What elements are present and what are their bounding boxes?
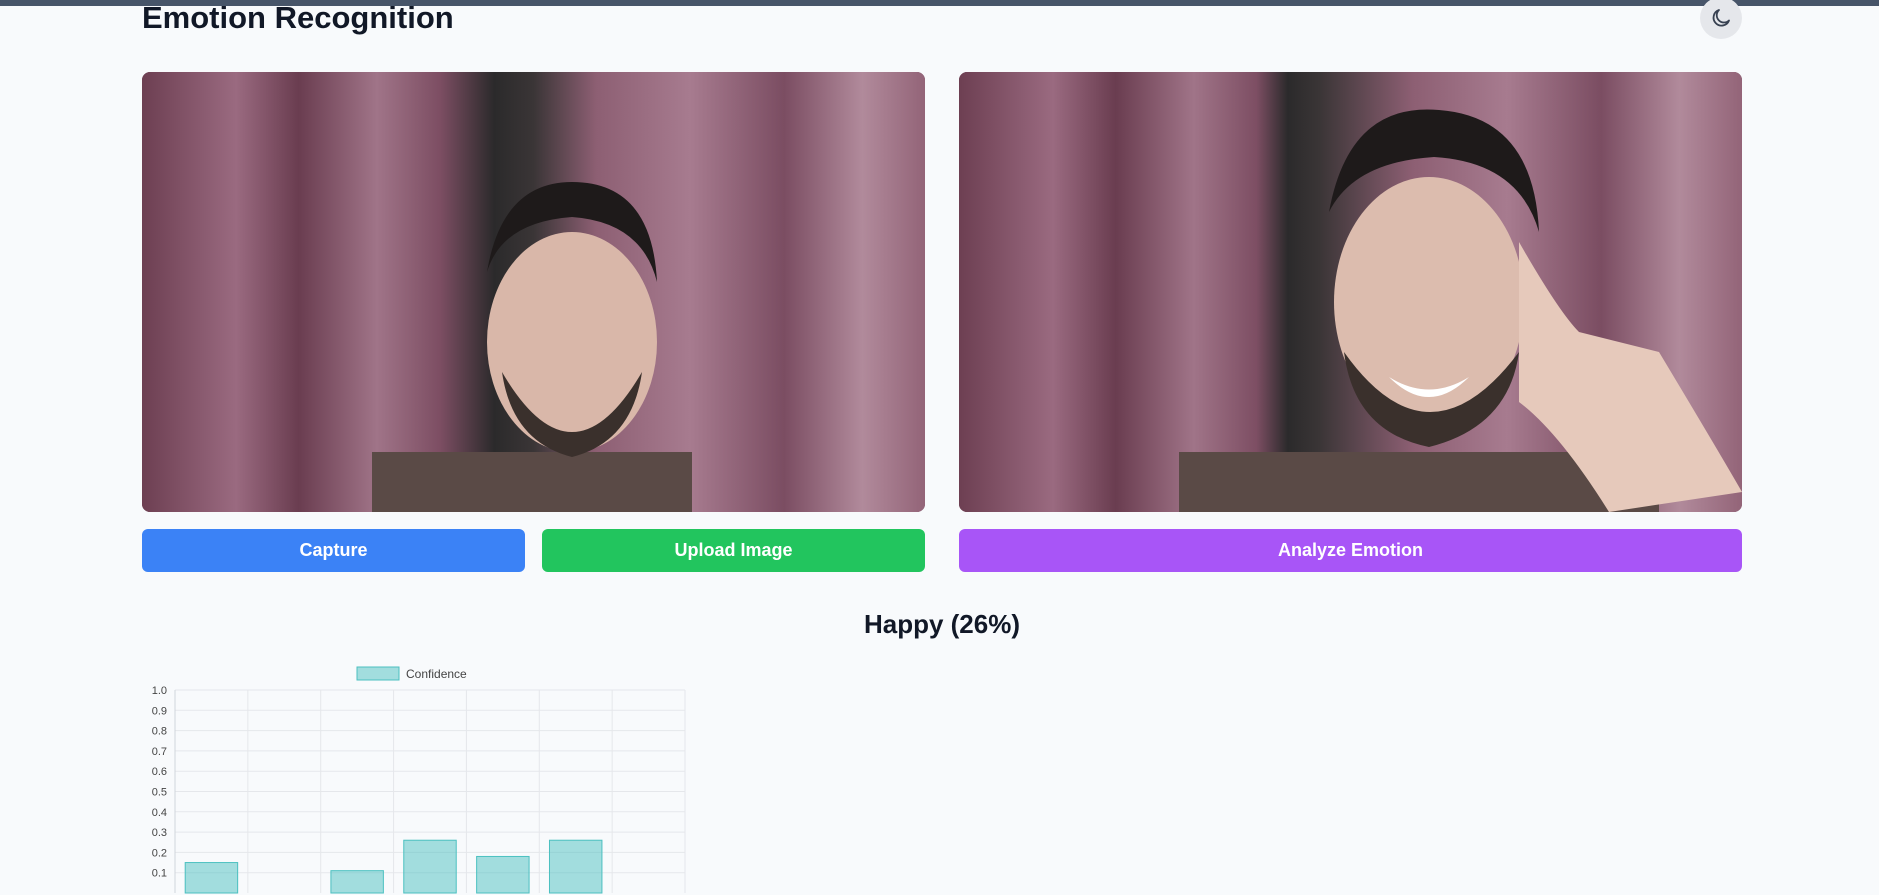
theme-toggle-button[interactable] — [1700, 0, 1742, 39]
page-title: Emotion Recognition — [142, 0, 454, 35]
capture-button[interactable]: Capture — [142, 529, 525, 572]
y-tick-label: 1.0 — [152, 685, 167, 697]
emotion-result: Happy (26%) — [863, 609, 1021, 639]
legend-label: Confidence — [406, 667, 467, 681]
y-tick-label: 0.1 — [152, 868, 167, 880]
y-tick-label: 0.8 — [152, 726, 167, 738]
y-tick-label: 0.6 — [152, 766, 167, 778]
y-tick-label: 0.3 — [152, 827, 167, 839]
y-tick-label: 0.9 — [152, 705, 167, 717]
captured-image — [959, 72, 1742, 512]
confidence-chart: Confidence 1.0 0.9 0.8 0.7 0.6 0.5 0.4 0.3 0.2 0.1 — [130, 655, 690, 895]
webcam-feed — [142, 72, 925, 512]
legend-swatch — [356, 666, 400, 681]
bar — [330, 870, 384, 894]
y-tick-label: 0.4 — [152, 807, 167, 819]
bar — [403, 839, 457, 894]
analyze-emotion-button[interactable]: Analyze Emotion — [959, 529, 1742, 572]
bar — [184, 862, 239, 894]
y-tick-label: 0.7 — [152, 746, 167, 758]
bar — [548, 839, 603, 894]
y-tick-label: 0.2 — [152, 847, 167, 859]
moon-icon — [1712, 9, 1730, 27]
y-tick-label: 0.5 — [152, 787, 167, 799]
upload-image-button[interactable]: Upload Image — [542, 529, 925, 572]
